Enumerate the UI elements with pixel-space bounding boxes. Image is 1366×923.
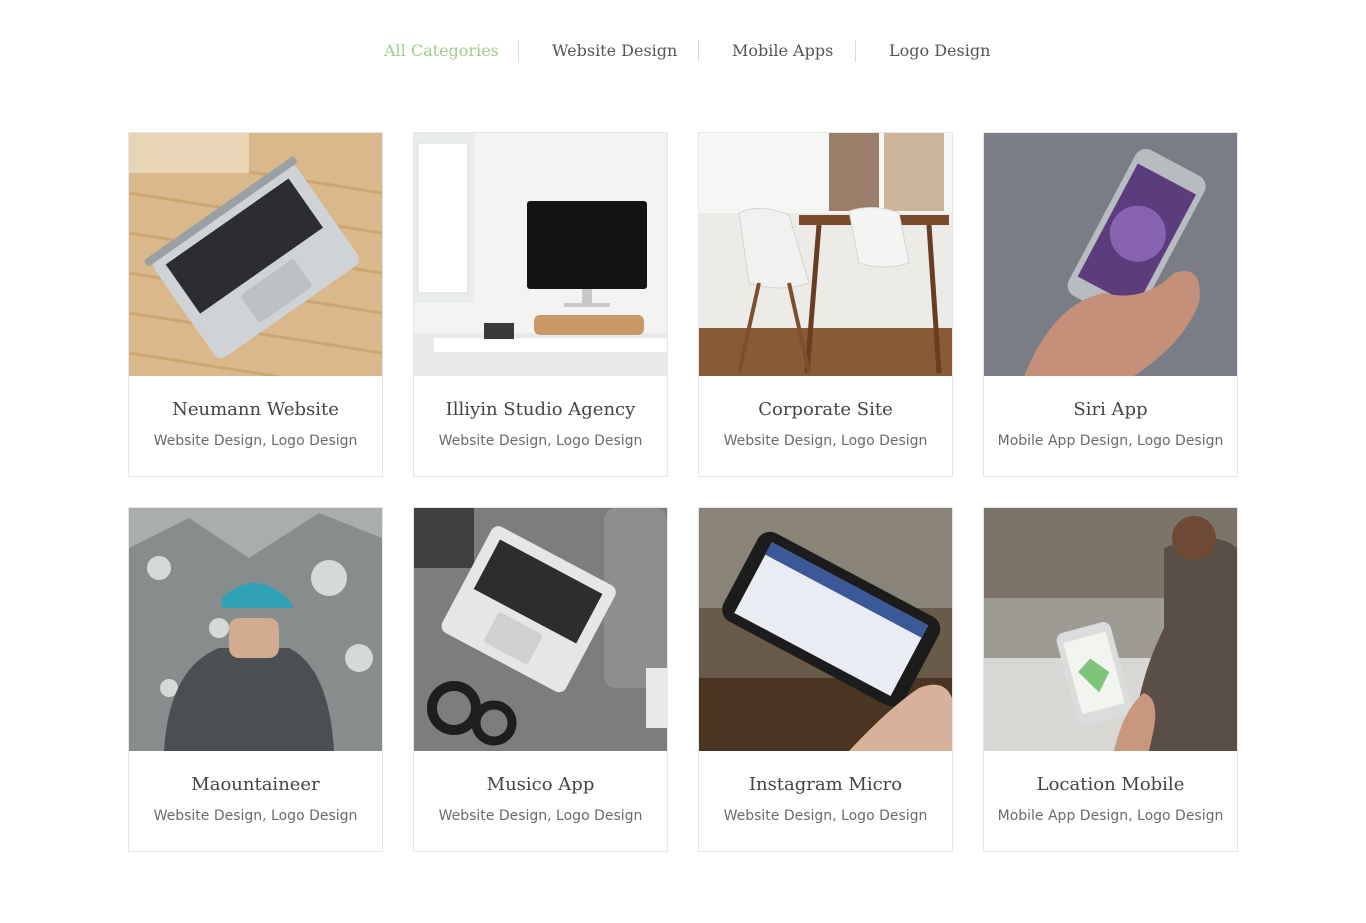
phone-landscape-icon [699, 508, 952, 751]
card-title: Instagram Micro [748, 774, 903, 795]
filter-all-categories[interactable]: All Categories [384, 38, 499, 64]
filter-mobile-apps[interactable]: Mobile Apps [732, 38, 833, 64]
card-tags: Website Design, Logo Design [438, 433, 643, 449]
portfolio-card[interactable]: Maountaineer Website Design, Logo Design [128, 507, 383, 852]
card-title: Corporate Site [758, 399, 893, 420]
card-tags: Website Design, Logo Design [723, 433, 928, 449]
card-title: Location Mobile [1036, 774, 1185, 795]
filter-logo-design[interactable]: Logo Design [889, 38, 990, 64]
filter-divider [518, 40, 519, 62]
card-tags: Website Design, Logo Design [153, 433, 358, 449]
card-title: Maountaineer [191, 774, 320, 795]
portfolio-card[interactable]: Musico App Website Design, Logo Design [413, 507, 668, 852]
card-tags: Website Design, Logo Design [438, 808, 643, 824]
hiker-mountain-icon [129, 508, 382, 751]
portfolio-card[interactable]: Siri App Mobile App Design, Logo Design [983, 132, 1238, 477]
filter-website-design[interactable]: Website Design [552, 38, 677, 64]
filter-divider [855, 40, 856, 62]
portfolio-card[interactable]: Neumann Website Website Design, Logo Des… [128, 132, 383, 477]
dining-chairs-icon [699, 133, 952, 376]
card-title: Musico App [486, 774, 595, 795]
phone-in-hand-icon [984, 133, 1237, 376]
card-title: Siri App [1073, 399, 1148, 420]
portfolio-card[interactable]: Instagram Micro Website Design, Logo Des… [698, 507, 953, 852]
laptop-headphones-icon [414, 508, 667, 751]
card-title: Illiyin Studio Agency [445, 399, 636, 420]
card-tags: Mobile App Design, Logo Design [997, 433, 1224, 449]
laptop-on-wicker-icon [129, 133, 382, 376]
card-tags: Mobile App Design, Logo Design [997, 808, 1224, 824]
category-filter-nav: All Categories Website Design Mobile App… [0, 38, 1366, 64]
filter-divider [698, 40, 699, 62]
card-tags: Website Design, Logo Design [153, 808, 358, 824]
portfolio-card[interactable]: Corporate Site Website Design, Logo Desi… [698, 132, 953, 477]
portfolio-card[interactable]: Location Mobile Mobile App Design, Logo … [983, 507, 1238, 852]
phone-map-icon [984, 508, 1237, 751]
desktop-workspace-icon [414, 133, 667, 376]
card-title: Neumann Website [172, 399, 339, 420]
card-tags: Website Design, Logo Design [723, 808, 928, 824]
portfolio-card[interactable]: Illiyin Studio Agency Website Design, Lo… [413, 132, 668, 477]
